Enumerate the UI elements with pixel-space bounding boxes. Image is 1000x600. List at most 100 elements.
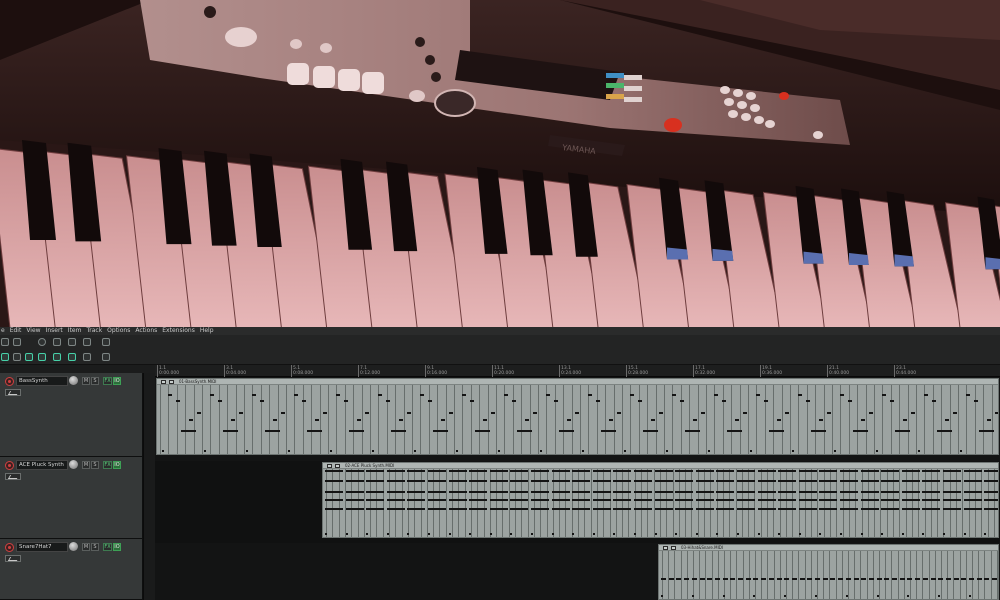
midi-note: [231, 419, 235, 421]
black-key-highlight: [894, 254, 914, 267]
redo-icon[interactable]: [13, 338, 21, 346]
menu-track[interactable]: Track: [86, 327, 102, 335]
menu-item[interactable]: Item: [68, 327, 82, 335]
bar-marker: [613, 533, 616, 535]
grid-icon[interactable]: [25, 353, 33, 361]
track-name-field[interactable]: BassSynth: [16, 376, 68, 386]
track-name-field[interactable]: Snare7Hat7: [16, 542, 68, 552]
midi-item[interactable]: 03-Hihat&Snare.MIDI: [658, 544, 999, 600]
envelope-button-icon[interactable]: [5, 555, 21, 562]
midi-note: [876, 578, 882, 580]
ripple-icon[interactable]: [38, 353, 46, 361]
mute-button[interactable]: M: [82, 461, 90, 469]
bar-marker: [907, 595, 910, 597]
beat-gridline: [854, 551, 856, 599]
io-button[interactable]: IO: [113, 543, 121, 551]
solo-button[interactable]: S: [91, 461, 99, 469]
midi-note: [881, 480, 900, 482]
midi-note: [448, 499, 467, 501]
envelope-button-icon[interactable]: [5, 473, 21, 480]
volume-knob[interactable]: [69, 460, 78, 469]
link-icon[interactable]: [13, 353, 21, 361]
menu-insert[interactable]: Insert: [46, 327, 63, 335]
mute-button[interactable]: M: [82, 377, 90, 385]
metronome-icon[interactable]: [102, 338, 110, 346]
paste-icon[interactable]: [83, 338, 91, 346]
envelope-icon[interactable]: [53, 353, 61, 361]
midi-note: [853, 430, 868, 432]
midi-note: [937, 430, 952, 432]
midi-note: [691, 578, 697, 580]
menu-file[interactable]: e: [1, 327, 5, 335]
midi-note: [685, 430, 700, 432]
midi-note: [735, 419, 739, 421]
lock-icon[interactable]: [83, 353, 91, 361]
midi-note: [489, 508, 508, 510]
solo-button[interactable]: S: [91, 543, 99, 551]
beat-gridline: [693, 551, 694, 599]
bar-marker: [922, 533, 925, 535]
volume-knob[interactable]: [69, 376, 78, 385]
envelope-button-icon[interactable]: [5, 389, 21, 396]
menu-edit[interactable]: Edit: [10, 327, 22, 335]
midi-note: [798, 480, 817, 482]
midi-note: [945, 578, 951, 580]
tcp-scrollbar[interactable]: [143, 373, 155, 600]
solo-button[interactable]: S: [91, 377, 99, 385]
midi-item[interactable]: 02-ACE Pluck Synth.MIDI: [322, 462, 999, 538]
beat-gridline: [699, 551, 701, 599]
io-button[interactable]: IO: [113, 461, 121, 469]
midi-note: [881, 491, 900, 493]
midi-note: [630, 394, 634, 396]
menu-extensions[interactable]: Extensions: [162, 327, 195, 335]
track-panel-2[interactable]: ACE Pluck Synth M S FX IO: [0, 457, 143, 539]
copy-icon[interactable]: [68, 338, 76, 346]
midi-note: [510, 480, 529, 482]
arrange-view[interactable]: 1.1 0:00.000 3.1 0:04.000 5.1 0:08.000 7.1 …: [155, 365, 1000, 600]
cut-icon[interactable]: [53, 338, 61, 346]
midi-note: [737, 491, 755, 493]
midi-note: [827, 412, 831, 414]
midi-note: [922, 508, 941, 510]
midi-note: [386, 508, 405, 510]
midi-note: [785, 412, 789, 414]
midi-note: [265, 430, 280, 432]
menu-help[interactable]: Help: [200, 327, 214, 335]
fx-button[interactable]: FX: [103, 543, 112, 551]
undo-icon[interactable]: [1, 338, 9, 346]
midi-note: [407, 499, 426, 501]
io-button[interactable]: IO: [113, 377, 121, 385]
menu-view[interactable]: View: [26, 327, 40, 335]
beat-gridline: [953, 551, 955, 599]
fx-button[interactable]: FX: [103, 377, 112, 385]
track-panel-1[interactable]: BassSynth M S FX IO: [0, 373, 143, 457]
record-arm-icon[interactable]: [5, 543, 14, 552]
track-panel-3[interactable]: Snare7Hat7 M S FX IO: [0, 539, 143, 600]
menu-actions[interactable]: Actions: [135, 327, 157, 335]
midi-note: [714, 578, 720, 580]
midi-note: [366, 491, 385, 493]
timeline-ruler[interactable]: 1.1 0:00.000 3.1 0:04.000 5.1 0:08.000 7.1 …: [155, 365, 1000, 377]
midi-note: [987, 419, 991, 421]
mute-button[interactable]: M: [82, 543, 90, 551]
info-icon[interactable]: [38, 338, 46, 346]
midi-note: [643, 430, 658, 432]
record-arm-icon[interactable]: [5, 377, 14, 386]
menu-bar: e Edit View Insert Item Track Options Ac…: [0, 327, 1000, 335]
item-lock-icon: [663, 546, 668, 550]
loop-icon[interactable]: [68, 353, 76, 361]
bar-marker: [414, 450, 416, 452]
menu-options[interactable]: Options: [107, 327, 130, 335]
midi-note: [510, 470, 529, 472]
snap-icon[interactable]: [1, 353, 9, 361]
mixer-icon[interactable]: [102, 353, 110, 361]
record-arm-icon[interactable]: [5, 461, 14, 470]
track-name-field[interactable]: ACE Pluck Synth: [16, 460, 68, 470]
fx-button[interactable]: FX: [103, 461, 112, 469]
midi-item[interactable]: 01-BassSynth.MIDI: [156, 378, 999, 455]
beat-gridline: [841, 551, 843, 599]
midi-note: [325, 470, 343, 472]
volume-knob[interactable]: [69, 542, 78, 551]
bar-marker: [666, 450, 668, 452]
midi-note: [737, 508, 755, 510]
